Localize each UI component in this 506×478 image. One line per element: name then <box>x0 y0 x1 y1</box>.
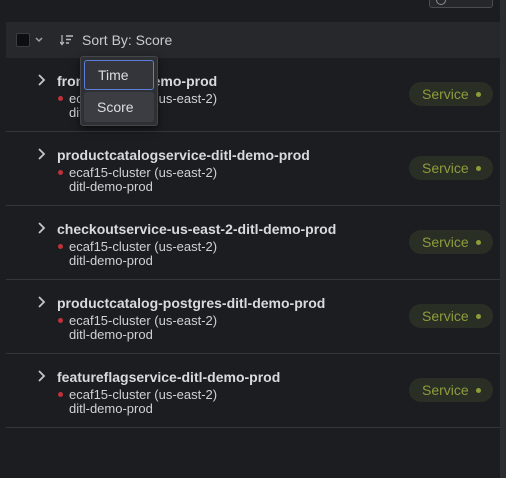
sort-by-button[interactable]: Sort By: Score <box>56 28 176 52</box>
badge-dot <box>475 387 481 393</box>
sort-dropdown-menu: Time Score <box>80 56 158 126</box>
results-panel: Sort By: Score frontend-ditl-demo-prod e… <box>0 0 506 478</box>
service-name[interactable]: productcatalogservice-ditl-demo-prod <box>57 147 310 163</box>
type-badge-label: Service <box>422 86 469 102</box>
service-name[interactable]: productcatalog-postgres-ditl-demo-prod <box>57 295 325 311</box>
type-badge: Service <box>409 82 493 106</box>
environment-name: ditl-demo-prod <box>69 253 153 268</box>
status-dot <box>58 244 63 249</box>
status-dot <box>58 96 63 101</box>
list-item[interactable]: productcatalog-postgres-ditl-demo-prod e… <box>6 280 500 354</box>
service-name[interactable]: featureflagservice-ditl-demo-prod <box>57 369 280 385</box>
top-action-button[interactable] <box>429 0 493 8</box>
sort-by-label: Sort By: Score <box>82 32 173 48</box>
environment-name: ditl-demo-prod <box>69 179 153 194</box>
loading-icon <box>436 0 446 5</box>
type-badge-label: Service <box>422 160 469 176</box>
badge-dot <box>475 165 481 171</box>
environment-name: ditl-demo-prod <box>69 401 153 416</box>
type-badge-label: Service <box>422 234 469 250</box>
environment-name: ditl-demo-prod <box>69 327 153 342</box>
chevron-right-icon[interactable] <box>36 221 48 235</box>
status-dot <box>58 170 63 175</box>
list-item[interactable]: featureflagservice-ditl-demo-prod ecaf15… <box>6 354 500 428</box>
cluster-name: ecaf15-cluster (us-east-2) <box>69 239 218 254</box>
top-strip <box>0 0 500 22</box>
type-badge: Service <box>409 230 493 254</box>
type-badge: Service <box>409 378 493 402</box>
scrollbar[interactable] <box>500 0 506 478</box>
status-dot <box>58 318 63 323</box>
list-item[interactable]: checkoutservice-us-east-2-ditl-demo-prod… <box>6 206 500 280</box>
service-name[interactable]: checkoutservice-us-east-2-ditl-demo-prod <box>57 221 336 237</box>
select-options-chevron-icon[interactable] <box>34 35 44 45</box>
sort-option-score[interactable]: Score <box>84 92 154 122</box>
badge-dot <box>475 91 481 97</box>
status-dot <box>58 392 63 397</box>
cluster-name: ecaf15-cluster (us-east-2) <box>69 165 218 180</box>
chevron-right-icon[interactable] <box>36 295 48 309</box>
chevron-right-icon[interactable] <box>36 147 48 161</box>
select-all-checkbox[interactable] <box>16 33 30 47</box>
type-badge: Service <box>409 304 493 328</box>
type-badge-label: Service <box>422 382 469 398</box>
chevron-right-icon[interactable] <box>36 369 48 383</box>
badge-dot <box>475 239 481 245</box>
chevron-right-icon[interactable] <box>36 73 48 87</box>
list-item[interactable]: productcatalogservice-ditl-demo-prod eca… <box>6 132 500 206</box>
sort-icon <box>60 35 73 46</box>
sort-option-time[interactable]: Time <box>84 60 154 90</box>
cluster-name: ecaf15-cluster (us-east-2) <box>69 387 218 402</box>
type-badge: Service <box>409 156 493 180</box>
cluster-name: ecaf15-cluster (us-east-2) <box>69 313 218 328</box>
list-toolbar: Sort By: Score <box>6 22 500 58</box>
badge-dot <box>475 313 481 319</box>
type-badge-label: Service <box>422 308 469 324</box>
